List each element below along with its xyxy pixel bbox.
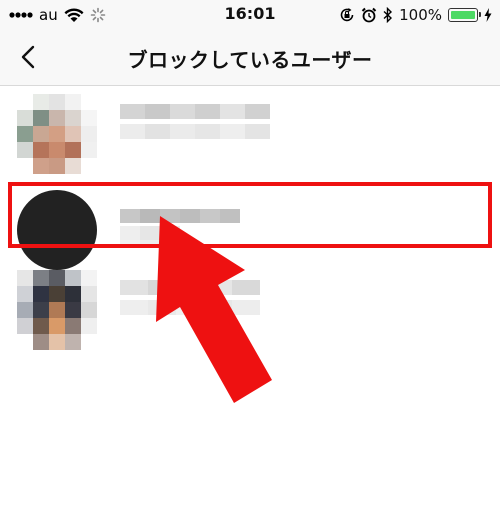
- user-avatar[interactable]: [17, 94, 97, 174]
- battery-percent: 100%: [399, 6, 442, 24]
- status-bar: au 16:01 100%: [0, 0, 500, 30]
- orientation-lock-icon: [340, 8, 354, 22]
- battery-fill: [451, 11, 475, 19]
- battery-icon: [448, 8, 481, 22]
- username-blurred: [120, 104, 270, 119]
- alarm-icon: [361, 7, 377, 23]
- navigation-bar: ブロックしているユーザー: [0, 30, 500, 86]
- bluetooth-icon: [383, 7, 393, 23]
- charging-icon: [484, 8, 492, 22]
- fullname-blurred: [120, 124, 270, 139]
- page-title: ブロックしているユーザー: [127, 48, 373, 72]
- pointer-arrow-icon: [156, 216, 272, 403]
- list-item[interactable]: [0, 86, 500, 182]
- user-avatar[interactable]: [17, 270, 97, 350]
- status-right: 100%: [339, 4, 492, 26]
